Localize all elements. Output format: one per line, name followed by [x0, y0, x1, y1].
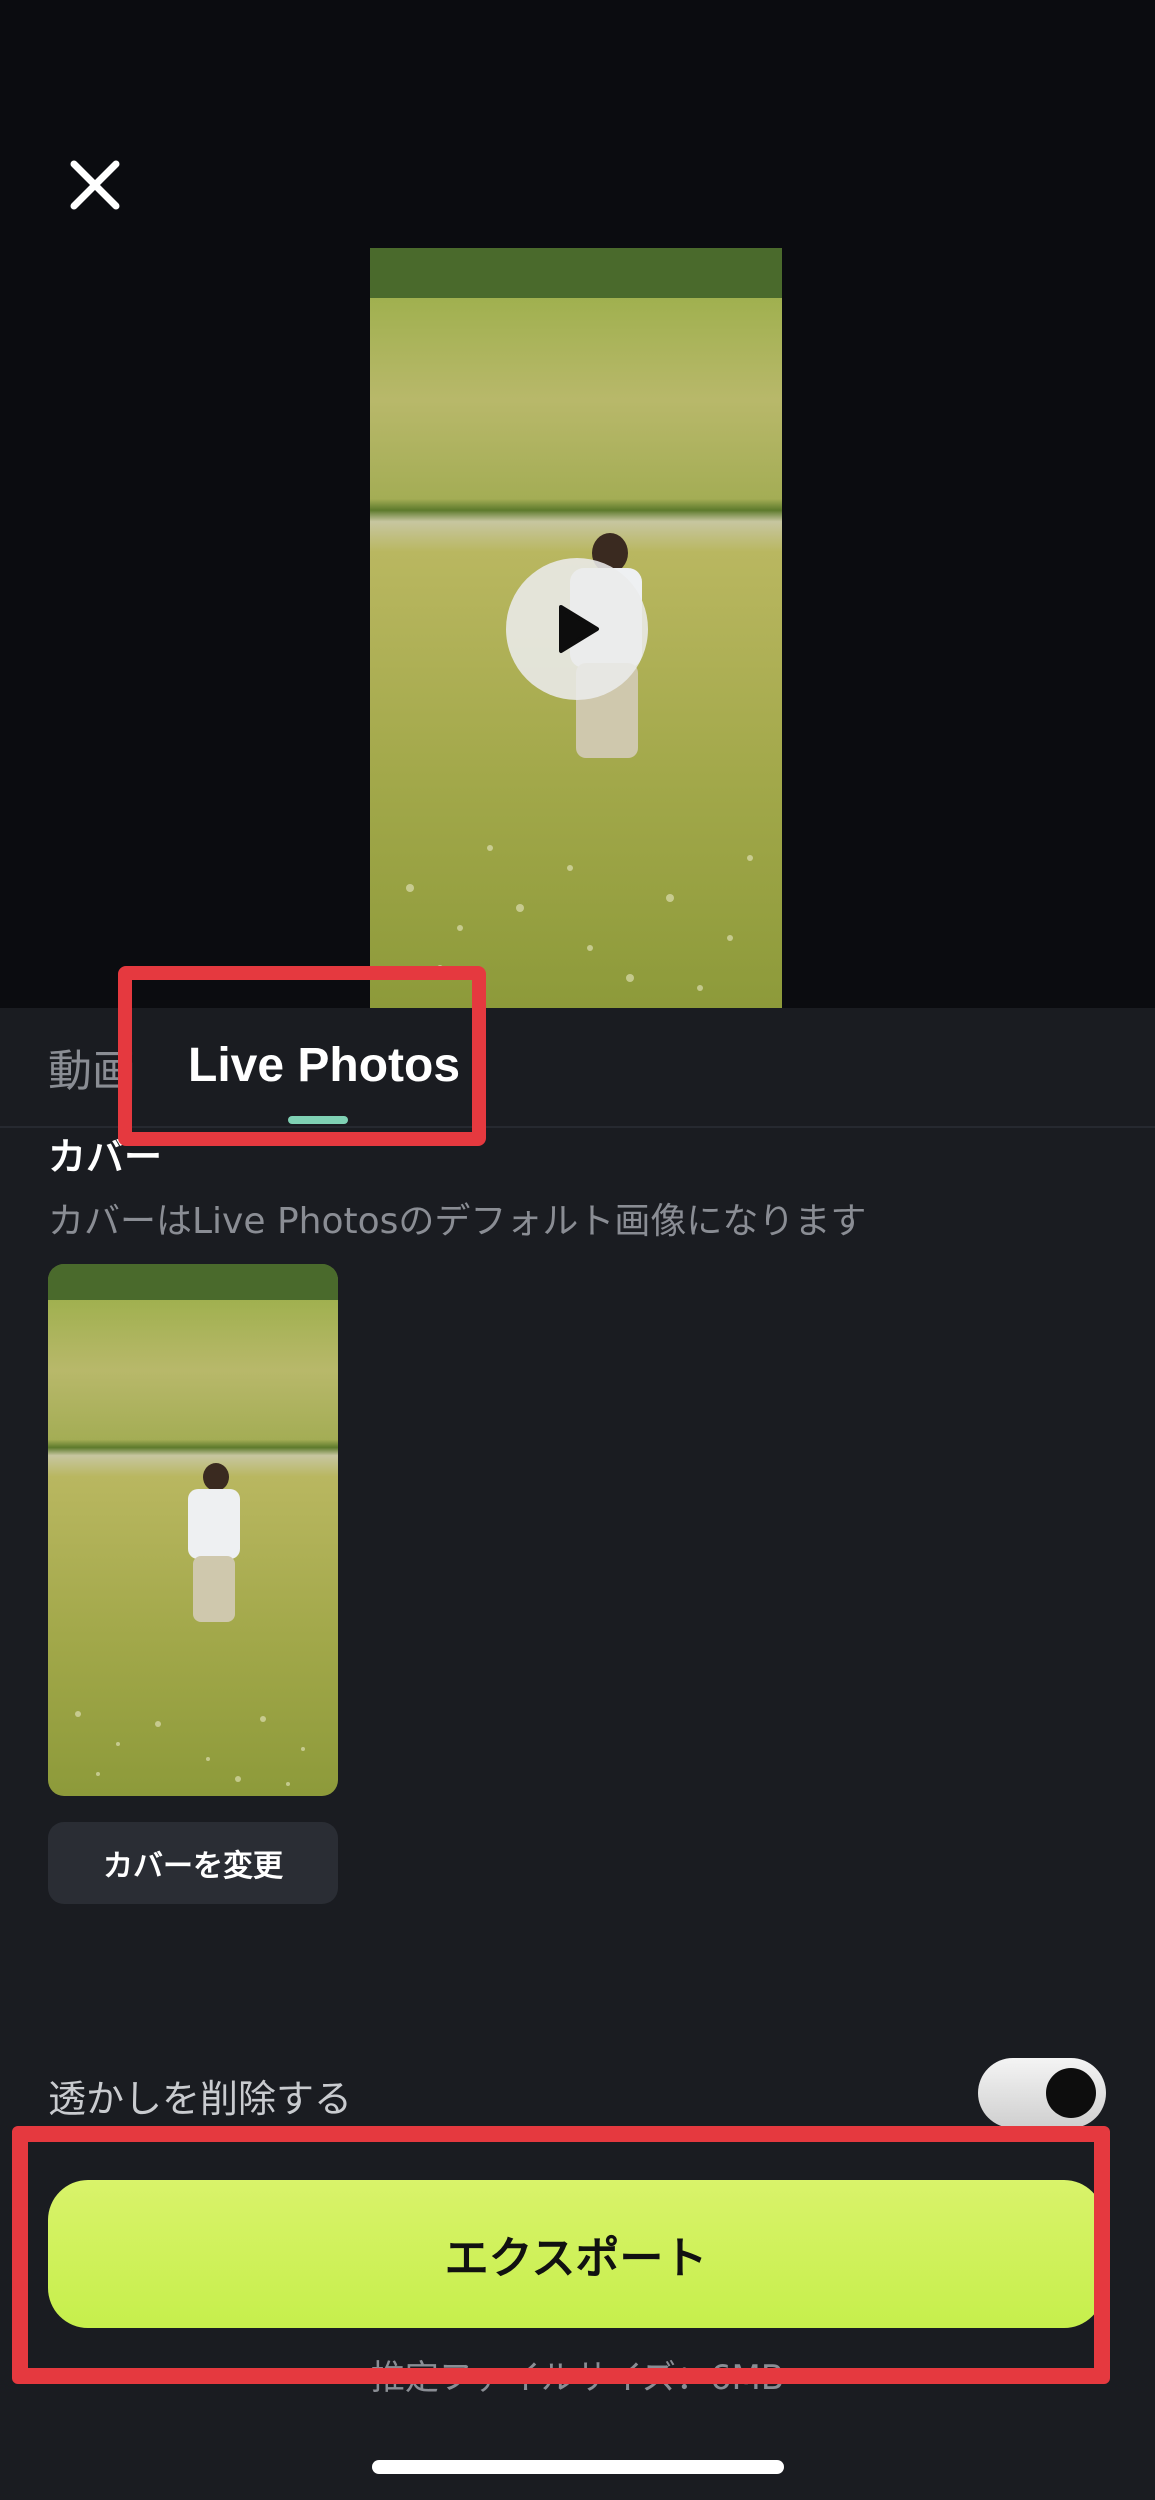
play-icon [559, 605, 599, 653]
cover-thumbnail[interactable] [48, 1264, 338, 1796]
annotation-highlight-export [12, 2126, 1110, 2384]
play-button[interactable] [506, 558, 648, 700]
cover-description: カバーはLive Photosのデフォルト画像になります [48, 1201, 867, 1242]
remove-watermark-toggle[interactable] [978, 2058, 1106, 2128]
annotation-highlight-tab [118, 966, 486, 1146]
close-button[interactable] [60, 150, 130, 220]
change-cover-button[interactable]: カバーを変更 [48, 1822, 338, 1904]
close-icon [70, 160, 120, 210]
cover-image [48, 1264, 338, 1796]
toggle-knob [1046, 2068, 1096, 2118]
home-indicator [372, 2460, 784, 2474]
remove-watermark-label: 透かしを削除する [48, 2077, 353, 2121]
